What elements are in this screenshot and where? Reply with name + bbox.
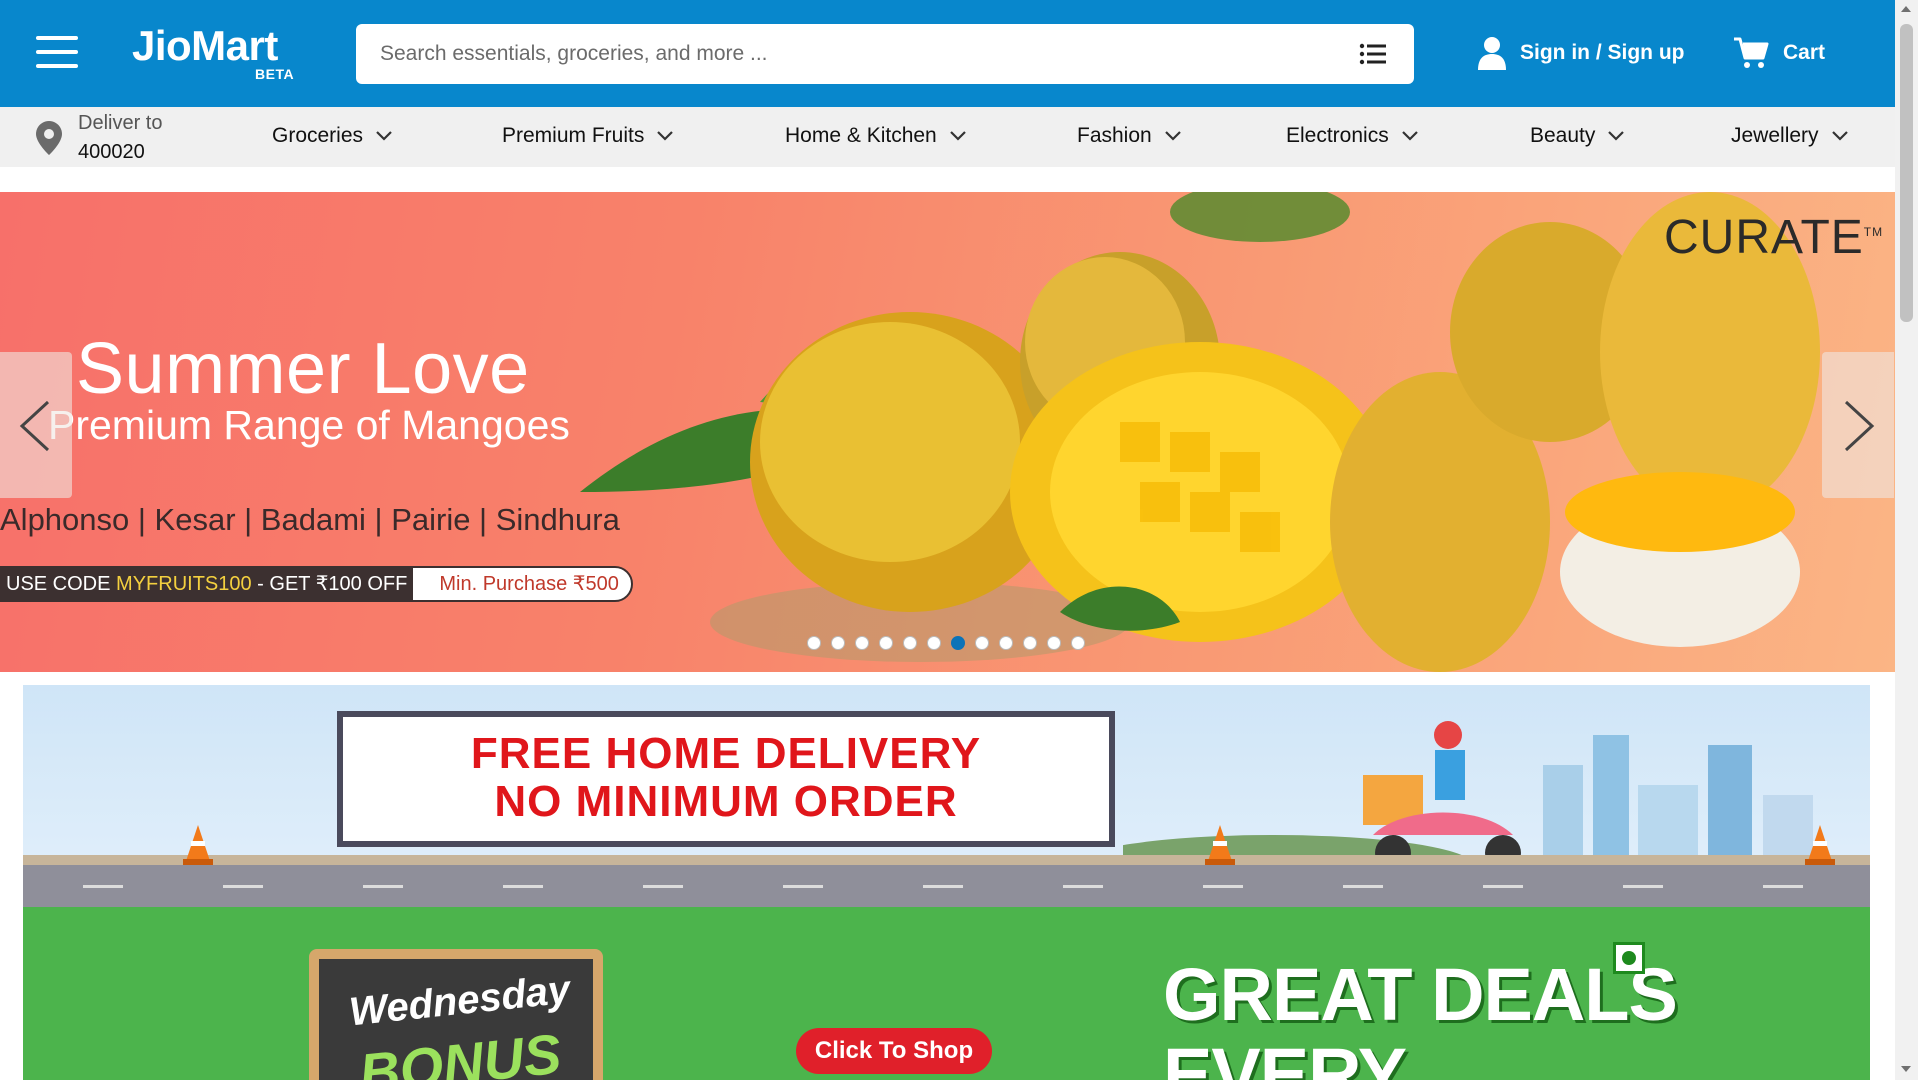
nav-home-kitchen[interactable]: Home & Kitchen [785, 124, 967, 148]
traffic-cone-icon [183, 825, 213, 865]
pincode: 400020 [78, 141, 145, 163]
nav-fashion[interactable]: Fashion [1077, 124, 1182, 148]
user-icon [1478, 37, 1506, 70]
nav-label: Beauty [1530, 124, 1596, 147]
nav-label: Premium Fruits [502, 124, 645, 147]
cart-label: Cart [1783, 41, 1826, 64]
curate-brand: CURATETM [1664, 211, 1884, 264]
hero-varieties: Alphonso | Kesar | Badami | Pairie | Sin… [0, 502, 620, 537]
billboard: FREE HOME DELIVERY NO MINIMUM ORDER [337, 711, 1115, 847]
city-skyline-illustration [1123, 721, 1813, 875]
cart-button[interactable]: Cart [1733, 36, 1825, 70]
chevron-down-icon [1608, 131, 1625, 141]
scroll-up-arrow-icon[interactable] [1901, 6, 1911, 12]
carousel-dots [807, 636, 1095, 650]
logo[interactable]: JioMart [132, 22, 278, 70]
road [23, 855, 1870, 907]
delivery-headline-1: FREE HOME DELIVERY [470, 729, 982, 778]
search-box [356, 24, 1414, 84]
carousel-prev-button[interactable] [0, 352, 72, 498]
chevron-down-icon [657, 131, 674, 141]
carousel-dot[interactable] [903, 636, 917, 650]
coupon-code-text: USE CODE MYFRUITS100 - GET ₹100 OFF [0, 566, 430, 602]
signin-button[interactable]: Sign in / Sign up [1478, 36, 1684, 70]
traffic-cone-icon [1805, 825, 1835, 865]
chevron-down-icon [1401, 131, 1418, 141]
vertical-scrollbar[interactable] [1895, 0, 1918, 1080]
nav-label: Home & Kitchen [785, 124, 937, 147]
carousel-dot[interactable] [1023, 636, 1037, 650]
deliver-to[interactable]: Deliver to 400020 [36, 109, 162, 167]
traffic-cone-icon [1205, 825, 1235, 865]
menu-icon[interactable] [36, 36, 80, 70]
nav-electronics[interactable]: Electronics [1286, 124, 1419, 148]
hero-subtitle: Premium Range of Mangoes [48, 402, 570, 448]
scroll-down-arrow-icon[interactable] [1901, 1066, 1911, 1072]
nav-label: Electronics [1286, 124, 1389, 147]
nav-premium-fruits[interactable]: Premium Fruits [502, 124, 674, 148]
signin-label: Sign in / Sign up [1520, 41, 1685, 64]
top-header: JioMart BETA Sign in / Sign up Cart [0, 0, 1895, 107]
nav-label: Fashion [1077, 124, 1152, 147]
min-purchase-text: Min. Purchase ₹500 [411, 566, 633, 602]
carousel-dot[interactable] [831, 636, 845, 650]
chevron-left-icon [19, 400, 50, 452]
chevron-down-icon [949, 131, 966, 141]
carousel-dot[interactable] [927, 636, 941, 650]
veg-mark-icon [1613, 942, 1645, 974]
nav-jewellery[interactable]: Jewellery [1731, 124, 1849, 148]
delivery-headline-2: NO MINIMUM ORDER [494, 777, 958, 826]
nav-groceries[interactable]: Groceries [272, 124, 393, 148]
carousel-dot[interactable] [999, 636, 1013, 650]
nav-label: Jewellery [1731, 124, 1819, 147]
carousel-dot[interactable] [855, 636, 869, 650]
carousel-dot[interactable] [1047, 636, 1061, 650]
carousel-dot[interactable] [1071, 636, 1085, 650]
chevron-down-icon [1831, 131, 1848, 141]
nav-beauty[interactable]: Beauty [1530, 124, 1625, 148]
coupon-strip: USE CODE MYFRUITS100 - GET ₹100 OFF Min.… [0, 566, 633, 602]
carousel-next-button[interactable] [1822, 352, 1894, 498]
hero-banner[interactable]: CURATETM Summer Love Premium Range of Ma… [0, 192, 1895, 672]
free-delivery-banner[interactable]: FREE HOME DELIVERY NO MINIMUM ORDER [23, 685, 1870, 907]
chevron-down-icon [376, 131, 392, 141]
scrollbar-thumb[interactable] [1900, 24, 1913, 322]
beta-badge: BETA [255, 66, 295, 82]
category-nav: Deliver to 400020 Groceries Premium Frui… [0, 107, 1895, 167]
page: JioMart BETA Sign in / Sign up Cart [0, 0, 1918, 1080]
hero-title: Summer Love [76, 329, 530, 409]
click-to-shop-button[interactable]: Click To Shop [796, 1028, 992, 1074]
carousel-dot[interactable] [879, 636, 893, 650]
location-pin-icon [36, 121, 62, 155]
carousel-dot[interactable] [807, 636, 821, 650]
deliver-label: Deliver to [78, 112, 163, 134]
deals-title: GREAT DEALS EVERY [1163, 953, 1678, 1080]
cart-icon [1734, 37, 1769, 68]
carousel-dot[interactable] [951, 636, 965, 650]
search-input[interactable] [380, 24, 1320, 84]
chevron-down-icon [1164, 131, 1181, 141]
chalkboard: Wednesday BONUS [309, 949, 603, 1080]
chevron-right-icon [1844, 400, 1875, 452]
wednesday-deals-banner[interactable]: Wednesday BONUS Click To Shop GREAT DEAL… [23, 907, 1870, 1080]
carousel-dot[interactable] [975, 636, 989, 650]
nav-label: Groceries [272, 124, 364, 147]
list-icon[interactable] [1359, 43, 1387, 65]
